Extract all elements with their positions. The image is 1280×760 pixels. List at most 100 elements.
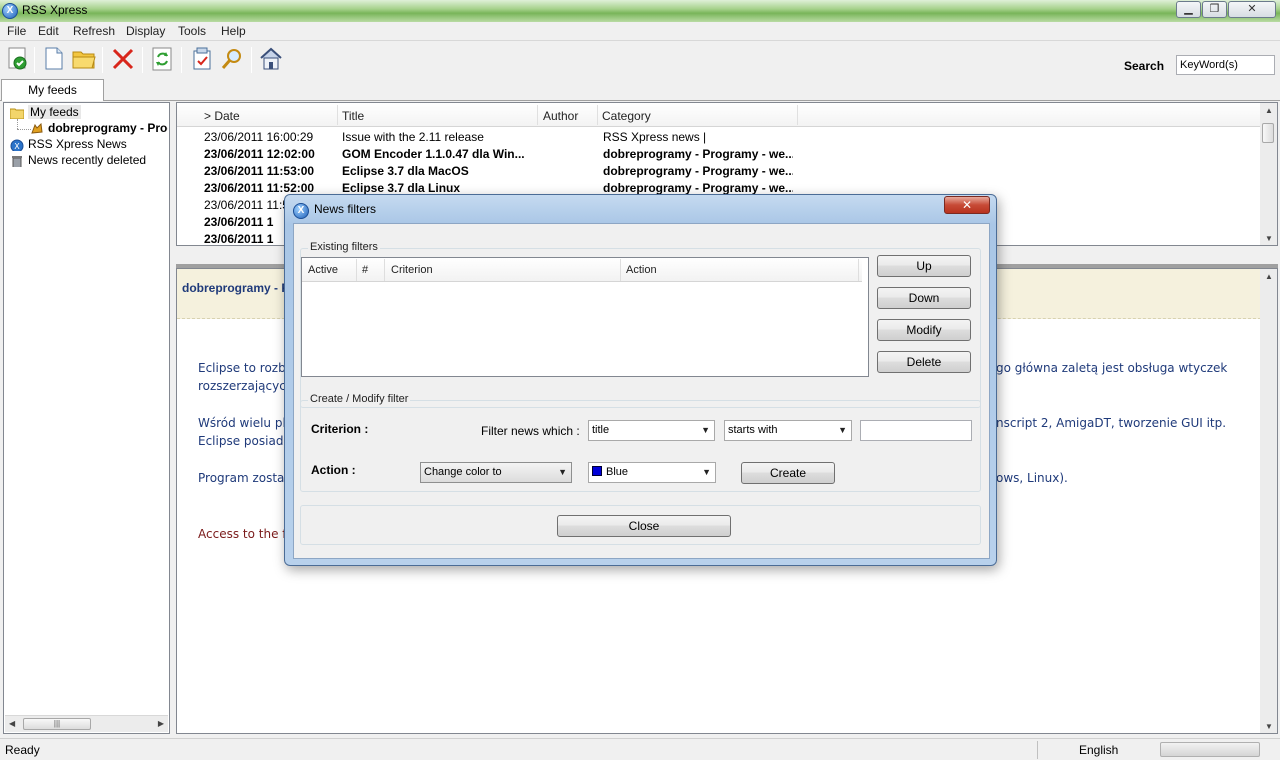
cell-date: 23/06/2011 16:00:29 bbox=[204, 130, 314, 144]
chevron-down-icon: ▼ bbox=[558, 467, 567, 477]
status-bar: Ready English bbox=[0, 738, 1280, 760]
dialog-title: News filters bbox=[314, 202, 377, 216]
create-button[interactable]: Create bbox=[741, 462, 835, 484]
chevron-down-icon: ▼ bbox=[838, 425, 847, 435]
cell-category: dobreprogramy - Programy - we... bbox=[603, 164, 793, 178]
filters-table[interactable]: Active # Criterion Action bbox=[301, 257, 869, 377]
new-document-icon[interactable] bbox=[41, 46, 67, 72]
search-input[interactable] bbox=[1176, 55, 1275, 75]
menu-help[interactable]: Help bbox=[221, 24, 246, 38]
table-row[interactable]: 23/06/2011 16:00:29 Issue with the 2.11 r… bbox=[177, 128, 1261, 145]
column-criterion[interactable]: Criterion bbox=[391, 264, 433, 276]
column-number[interactable]: # bbox=[362, 264, 368, 276]
access-link[interactable]: Access to the f bbox=[198, 527, 287, 541]
status-text: Ready bbox=[5, 743, 40, 757]
menu-edit[interactable]: Edit bbox=[38, 24, 59, 38]
window-title: RSS Xpress bbox=[22, 3, 88, 17]
status-language: English bbox=[1079, 743, 1119, 757]
column-action[interactable]: Action bbox=[626, 264, 657, 276]
menu-bar: File Edit Refresh Display Tools Help bbox=[0, 22, 1280, 41]
filter-news-which-label: Filter news which : bbox=[481, 424, 580, 438]
tree-horizontal-scrollbar[interactable]: ◀ ||| ▶ bbox=[5, 715, 168, 732]
app-icon: X bbox=[293, 203, 309, 219]
scroll-thumb[interactable]: ||| bbox=[23, 718, 91, 730]
criterion-text-input[interactable] bbox=[860, 420, 972, 441]
table-row[interactable]: 23/06/2011 12:02:00 GOM Encoder 1.1.0.47 … bbox=[177, 145, 1261, 162]
tree-item-my-feeds[interactable]: My feeds bbox=[10, 105, 81, 119]
action-select[interactable]: Change color to ▼ bbox=[420, 462, 572, 483]
preview-text: Program zosta bbox=[198, 471, 285, 485]
feed-icon bbox=[30, 122, 44, 135]
trash-icon bbox=[10, 155, 24, 167]
column-date[interactable]: > Date bbox=[204, 109, 240, 123]
close-window-button[interactable]: ✕ bbox=[1228, 1, 1276, 18]
menu-file[interactable]: File bbox=[7, 24, 26, 38]
toolbar bbox=[0, 41, 1280, 79]
dialog-body: Existing filters Active # Criterion Acti… bbox=[293, 223, 990, 559]
preview-text: nscript 2, AmigaDT, tworzenie GUI itp. bbox=[996, 416, 1227, 430]
delete-button[interactable]: Delete bbox=[877, 351, 971, 373]
tree-item-recently-deleted[interactable]: News recently deleted bbox=[10, 153, 146, 167]
operator-select[interactable]: starts with ▼ bbox=[724, 420, 852, 441]
delete-icon[interactable] bbox=[110, 46, 136, 72]
modify-button[interactable]: Modify bbox=[877, 319, 971, 341]
news-filters-dialog: X News filters ✕ Existing filters Active… bbox=[284, 194, 997, 566]
up-button[interactable]: Up bbox=[877, 255, 971, 277]
action-label: Action : bbox=[311, 463, 356, 477]
rss-xpress-icon: X bbox=[10, 139, 24, 151]
open-folder-icon[interactable] bbox=[71, 46, 97, 72]
cell-date: 23/06/2011 11:52:00 bbox=[204, 181, 315, 195]
cell-title: GOM Encoder 1.1.0.47 dla Win... bbox=[342, 147, 525, 161]
column-title[interactable]: Title bbox=[342, 109, 364, 123]
refresh-icon[interactable] bbox=[149, 46, 175, 72]
cell-title: Issue with the 2.11 release bbox=[342, 130, 484, 144]
search-label: Search bbox=[1124, 59, 1165, 73]
table-row[interactable]: 23/06/2011 11:53:00 Eclipse 3.7 dla MacOS… bbox=[177, 162, 1261, 179]
down-button[interactable]: Down bbox=[877, 287, 971, 309]
minimize-button[interactable]: ▁ bbox=[1176, 1, 1201, 18]
tree-item-dobreprogramy[interactable]: dobreprogramy - Programy bbox=[30, 121, 168, 135]
check-feed-icon[interactable] bbox=[5, 46, 31, 72]
preview-text: ows, Linux). bbox=[996, 471, 1068, 485]
maximize-button[interactable]: ❐ bbox=[1202, 1, 1227, 18]
scroll-thumb[interactable] bbox=[1262, 123, 1274, 143]
status-progress-bar bbox=[1160, 742, 1260, 757]
column-active[interactable]: Active bbox=[308, 264, 338, 276]
tree-item-rss-xpress-news[interactable]: X RSS Xpress News bbox=[10, 137, 127, 151]
color-select[interactable]: Blue ▼ bbox=[588, 462, 716, 483]
tab-my-feeds[interactable]: My feeds bbox=[1, 79, 104, 101]
news-list-vertical-scrollbar[interactable]: ▲ ▼ bbox=[1260, 103, 1277, 245]
criterion-label: Criterion : bbox=[311, 422, 369, 436]
existing-filters-label: Existing filters bbox=[308, 241, 380, 253]
color-swatch bbox=[592, 466, 602, 476]
dialog-close-button[interactable]: ✕ bbox=[944, 196, 990, 214]
create-modify-filter-group: Create / Modify filter Criterion : Filte… bbox=[300, 393, 981, 492]
filters-table-header: Active # Criterion Action bbox=[302, 258, 862, 282]
column-author[interactable]: Author bbox=[543, 109, 578, 123]
preview-text: Eclipse to rozbi bbox=[198, 361, 290, 375]
search-magnifier-icon[interactable] bbox=[219, 46, 245, 72]
create-modify-filter-label: Create / Modify filter bbox=[308, 393, 411, 405]
menu-display[interactable]: Display bbox=[126, 24, 165, 38]
field-select[interactable]: title ▼ bbox=[588, 420, 715, 441]
cell-category: dobreprogramy - Programy - we... bbox=[603, 147, 793, 161]
preview-text: Eclipse posiada bbox=[198, 434, 291, 448]
menu-tools[interactable]: Tools bbox=[178, 24, 206, 38]
close-button[interactable]: Close bbox=[557, 515, 731, 537]
cell-date: 23/06/2011 12:02:00 bbox=[204, 147, 315, 161]
news-list-header: > Date Title Author Category bbox=[177, 103, 1261, 127]
folder-icon bbox=[10, 107, 25, 119]
chevron-down-icon: ▼ bbox=[702, 467, 711, 477]
menu-refresh[interactable]: Refresh bbox=[73, 24, 115, 38]
home-icon[interactable] bbox=[258, 46, 284, 72]
column-category[interactable]: Category bbox=[602, 109, 651, 123]
close-area: Close bbox=[300, 505, 981, 545]
existing-filters-group: Existing filters Active # Criterion Acti… bbox=[300, 241, 981, 408]
preview-vertical-scrollbar[interactable]: ▲ ▼ bbox=[1260, 269, 1277, 733]
preview-title: dobreprogramy - P bbox=[182, 281, 290, 295]
cell-title: Eclipse 3.7 dla MacOS bbox=[342, 164, 469, 178]
svg-text:X: X bbox=[14, 142, 20, 151]
cell-category: dobreprogramy - Programy - we... bbox=[603, 181, 793, 195]
cell-title: Eclipse 3.7 dla Linux bbox=[342, 181, 461, 195]
filter-checklist-icon[interactable] bbox=[189, 46, 215, 72]
